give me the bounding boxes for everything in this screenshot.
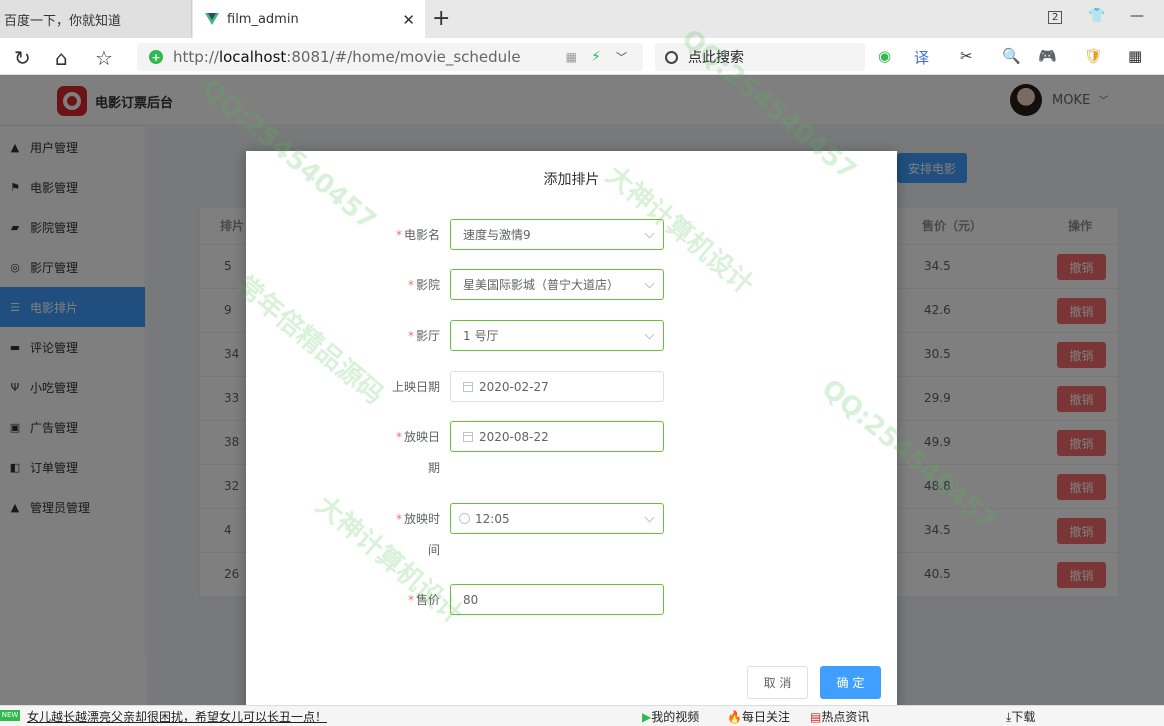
game-icon[interactable]: 🎮 (1038, 47, 1057, 65)
chevron-down-icon (645, 229, 655, 239)
my-videos-link[interactable]: ▶我的视频 (642, 708, 699, 725)
magnifier-icon[interactable]: 🔍 (1002, 47, 1021, 65)
cinema-label: *影院 (320, 274, 440, 296)
chevron-down-icon (645, 279, 655, 289)
new-tab-button[interactable]: + (432, 6, 450, 31)
chevron-down-icon (645, 330, 655, 340)
browser-tab-bar: 百度一下，你就知道 film_admin ✕ + 2 👕 — (0, 0, 1164, 38)
calendar-icon (463, 382, 473, 392)
close-tab-icon[interactable]: ✕ (402, 11, 415, 29)
cinema-select[interactable]: 星美国际影城（普宁大道店） (450, 269, 664, 300)
grid-menu-icon[interactable]: ▦ (1128, 47, 1142, 65)
scissors-icon[interactable]: ✂ (960, 47, 973, 65)
release-date-picker[interactable]: 2020-02-27 (450, 371, 664, 402)
url-field[interactable]: + http://localhost:8081/#/home/movie_sch… (137, 43, 643, 71)
home-icon[interactable]: ⌂ (55, 46, 68, 70)
hall-select[interactable]: 1 号厅 (450, 320, 664, 351)
flame-icon: 🔥 (727, 710, 742, 724)
show-date-label-wrap: 期 (320, 457, 440, 479)
news-icon: ▤ (810, 710, 821, 724)
search-icon (665, 51, 678, 64)
download-link[interactable]: ⤓下载 (1006, 708, 1035, 725)
shield-coin-icon[interactable]: 🛡 (1084, 47, 1103, 65)
price-input[interactable]: 80 (450, 584, 664, 615)
shirt-icon[interactable]: 👕 (1088, 8, 1105, 24)
clock-icon (459, 513, 470, 524)
new-badge: NEW (0, 710, 20, 721)
dialog-title: 添加排片 (246, 169, 897, 189)
confirm-button[interactable]: 确 定 (820, 666, 881, 699)
hall-label: *影厅 (320, 325, 440, 347)
chevron-down-icon[interactable]: ﹀ (616, 49, 627, 65)
translate-icon[interactable]: 译 (914, 47, 929, 68)
search-input[interactable]: 点此搜索 (655, 43, 865, 71)
tab-count-badge[interactable]: 2 (1048, 11, 1062, 24)
vue-logo-icon (205, 13, 219, 25)
minimize-icon[interactable]: — (1130, 8, 1144, 24)
play-icon: ▶ (642, 710, 651, 724)
hot-news-link[interactable]: ▤热点资讯 (810, 708, 869, 725)
show-time-picker[interactable]: 12:05 (450, 503, 664, 534)
show-date-picker[interactable]: 2020-08-22 (450, 421, 664, 452)
movie-select[interactable]: 速度与激情9 (450, 219, 664, 250)
cancel-button[interactable]: 取 消 (747, 666, 808, 699)
chat-extension-icon[interactable]: ◉ (878, 47, 891, 65)
add-schedule-dialog: 添加排片 *电影名 速度与激情9 *影院 星美国际影城（普宁大道店） *影厅 1… (246, 151, 897, 726)
news-link[interactable]: 女儿越长越漂亮父亲却很困扰，希望女儿可以长丑一点！ (27, 708, 327, 725)
refresh-icon[interactable]: ↻ (14, 46, 31, 70)
secure-shield-icon: + (149, 50, 163, 64)
price-label: *售价 (320, 589, 440, 611)
lightning-icon[interactable]: ⚡ (591, 49, 601, 65)
address-bar: ↻ ⌂ ☆ + http://localhost:8081/#/home/mov… (0, 38, 1164, 75)
qr-code-icon[interactable]: ▦ (566, 50, 577, 64)
star-icon[interactable]: ☆ (95, 46, 113, 70)
calendar-icon (463, 432, 473, 442)
tab-film-admin[interactable]: film_admin ✕ (193, 0, 425, 38)
status-bar: NEW 女儿越长越漂亮父亲却很困扰，希望女儿可以长丑一点！ ▶我的视频 🔥每日关… (0, 705, 1164, 726)
show-time-label: *放映时 (320, 508, 440, 530)
daily-focus-link[interactable]: 🔥每日关注 (727, 708, 790, 725)
show-date-label: *放映日 (320, 426, 440, 448)
show-time-label-wrap: 间 (320, 539, 440, 561)
release-date-label: 上映日期 (320, 376, 440, 398)
chevron-down-icon (645, 513, 655, 523)
tab-baidu[interactable]: 百度一下，你就知道 (0, 0, 192, 38)
movie-label: *电影名 (320, 224, 440, 246)
